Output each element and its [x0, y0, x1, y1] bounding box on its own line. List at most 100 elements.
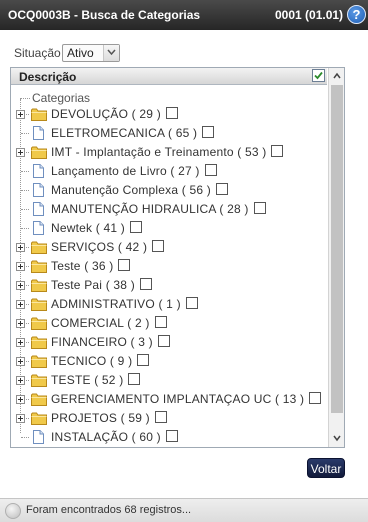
tree-item-checkbox[interactable]	[254, 202, 266, 214]
tree-item[interactable]: FINANCEIRO ( 3 )	[11, 333, 327, 352]
chevron-down-icon[interactable]	[103, 45, 119, 61]
tree-item-checkbox[interactable]	[128, 373, 140, 385]
expand-icon[interactable]	[16, 300, 25, 309]
tree-item[interactable]: DEVOLUÇÃO ( 29 )	[11, 105, 327, 124]
expand-icon[interactable]	[16, 319, 25, 328]
folder-icon	[31, 393, 47, 406]
tree-item-label[interactable]: GERENCIAMENTO IMPLANTAÇAO UC ( 13 )	[51, 392, 304, 406]
folder-icon	[31, 412, 47, 425]
folder-icon	[31, 336, 47, 349]
tree-item-checkbox[interactable]	[140, 278, 152, 290]
panel-header: Descrição	[11, 68, 327, 85]
tree-item-checkbox[interactable]	[166, 107, 178, 119]
tree-item-label[interactable]: Newtek ( 41 )	[51, 221, 125, 235]
tree-item-checkbox[interactable]	[202, 126, 214, 138]
expand-icon[interactable]	[16, 110, 25, 119]
tree-item-label[interactable]: ADMINISTRATIVO ( 1 )	[51, 297, 181, 311]
tree-item[interactable]: Manutenção Complexa ( 56 )	[11, 181, 327, 200]
expand-icon[interactable]	[16, 262, 25, 271]
expand-icon[interactable]	[16, 281, 25, 290]
folder-icon	[31, 317, 47, 330]
tree-item-checkbox[interactable]	[155, 411, 167, 423]
tree-item-label[interactable]: FINANCEIRO ( 3 )	[51, 335, 153, 349]
expand-icon[interactable]	[16, 338, 25, 347]
tree-item-label[interactable]: MANUTENÇÃO HIDRAULICA ( 28 )	[51, 202, 249, 216]
tree-guide-line	[21, 437, 29, 438]
tree-item-label[interactable]: SERVIÇOS ( 42 )	[51, 240, 147, 254]
tree-item-checkbox[interactable]	[152, 240, 164, 252]
document-icon	[33, 221, 44, 235]
tree-item-label[interactable]: INSTALAÇÃO ( 60 )	[51, 430, 161, 444]
tree-item-checkbox[interactable]	[130, 221, 142, 233]
tree-item[interactable]: Newtek ( 41 )	[11, 219, 327, 238]
tree-guide-line	[21, 171, 29, 172]
tree-item-checkbox[interactable]	[216, 183, 228, 195]
tree-item[interactable]: SERVIÇOS ( 42 )	[11, 238, 327, 257]
expand-icon[interactable]	[16, 243, 25, 252]
select-all-checkbox[interactable]	[312, 69, 325, 82]
tree-item-label[interactable]: Teste Pai ( 38 )	[51, 278, 135, 292]
situacao-value: Ativo	[67, 46, 94, 60]
tree-item-label[interactable]: IMT - Implantação e Treinamento ( 53 )	[51, 145, 266, 159]
window-title: OCQ0003B - Busca de Categorias	[8, 8, 201, 22]
tree-item[interactable]: COMERCIAL ( 2 )	[11, 314, 327, 333]
tree-item-label[interactable]: DEVOLUÇÃO ( 29 )	[51, 107, 161, 121]
tree-item-checkbox[interactable]	[118, 259, 130, 271]
tree-item[interactable]: Lançamento de Livro ( 27 )	[11, 162, 327, 181]
situacao-label: Situação	[14, 46, 61, 60]
scrollbar-thumb[interactable]	[331, 85, 343, 413]
document-icon	[33, 126, 44, 140]
title-bar: OCQ0003B - Busca de Categorias 0001 (01.…	[0, 0, 368, 30]
folder-icon	[31, 374, 47, 387]
tree-item-checkbox[interactable]	[166, 430, 178, 442]
expand-icon[interactable]	[16, 395, 25, 404]
tree-item-label[interactable]: TECNICO ( 9 )	[51, 354, 132, 368]
tree-item-label[interactable]: ELETROMECANICA ( 65 )	[51, 126, 197, 140]
tree-item-checkbox[interactable]	[186, 297, 198, 309]
tree-item-checkbox[interactable]	[158, 335, 170, 347]
expand-icon[interactable]	[16, 357, 25, 366]
tree-item-checkbox[interactable]	[309, 392, 321, 404]
tree-item-label[interactable]: TESTE ( 52 )	[51, 373, 123, 387]
tree-guide-line	[21, 190, 29, 191]
status-bar: Foram encontrados 68 registros...	[0, 498, 368, 522]
tree-item[interactable]: INSTALAÇÃO ( 60 )	[11, 428, 327, 447]
expand-icon[interactable]	[16, 148, 25, 157]
voltar-button[interactable]: Voltar	[307, 458, 345, 478]
status-text: Foram encontrados 68 registros...	[26, 504, 192, 516]
tree-item[interactable]: ADMINISTRATIVO ( 1 )	[11, 295, 327, 314]
tree-guide-line	[20, 98, 30, 99]
loading-icon	[5, 503, 21, 519]
document-icon	[33, 183, 44, 197]
tree-item[interactable]: TESTE ( 52 )	[11, 371, 327, 390]
scroll-up-icon[interactable]	[331, 70, 343, 82]
tree-item-label[interactable]: Teste ( 36 )	[51, 259, 113, 273]
tree-item-checkbox[interactable]	[155, 316, 167, 328]
tree-item-checkbox[interactable]	[137, 354, 149, 366]
tree-item[interactable]: GERENCIAMENTO IMPLANTAÇAO UC ( 13 )	[11, 390, 327, 409]
tree-item-label[interactable]: PROJETOS ( 59 )	[51, 411, 150, 425]
tree-item[interactable]: MANUTENÇÃO HIDRAULICA ( 28 )	[11, 200, 327, 219]
tree-item[interactable]: IMT - Implantação e Treinamento ( 53 )	[11, 143, 327, 162]
tree-item[interactable]: Teste Pai ( 38 )	[11, 276, 327, 295]
tree-item-label[interactable]: COMERCIAL ( 2 )	[51, 316, 150, 330]
tree-item[interactable]: PROJETOS ( 59 )	[11, 409, 327, 428]
tree-item-checkbox[interactable]	[271, 145, 283, 157]
tree-item[interactable]: Teste ( 36 )	[11, 257, 327, 276]
tree-item-checkbox[interactable]	[205, 164, 217, 176]
help-icon[interactable]: ?	[347, 5, 366, 24]
tree-item-label[interactable]: Manutenção Complexa ( 56 )	[51, 183, 211, 197]
tree-guide-line	[21, 228, 29, 229]
category-tree: Categorias DEVOLUÇÃO ( 29 ) ELETROMECANIC…	[11, 86, 327, 446]
document-icon	[33, 202, 44, 216]
scroll-down-icon[interactable]	[331, 432, 343, 444]
tree-root-label: Categorias	[32, 91, 91, 105]
tree-item-label[interactable]: Lançamento de Livro ( 27 )	[51, 164, 200, 178]
tree-item[interactable]: TECNICO ( 9 )	[11, 352, 327, 371]
vertical-scrollbar[interactable]	[328, 68, 344, 447]
tree-item[interactable]: ELETROMECANICA ( 65 )	[11, 124, 327, 143]
folder-icon	[31, 108, 47, 121]
situacao-select[interactable]: Ativo	[62, 44, 120, 62]
expand-icon[interactable]	[16, 376, 25, 385]
expand-icon[interactable]	[16, 414, 25, 423]
